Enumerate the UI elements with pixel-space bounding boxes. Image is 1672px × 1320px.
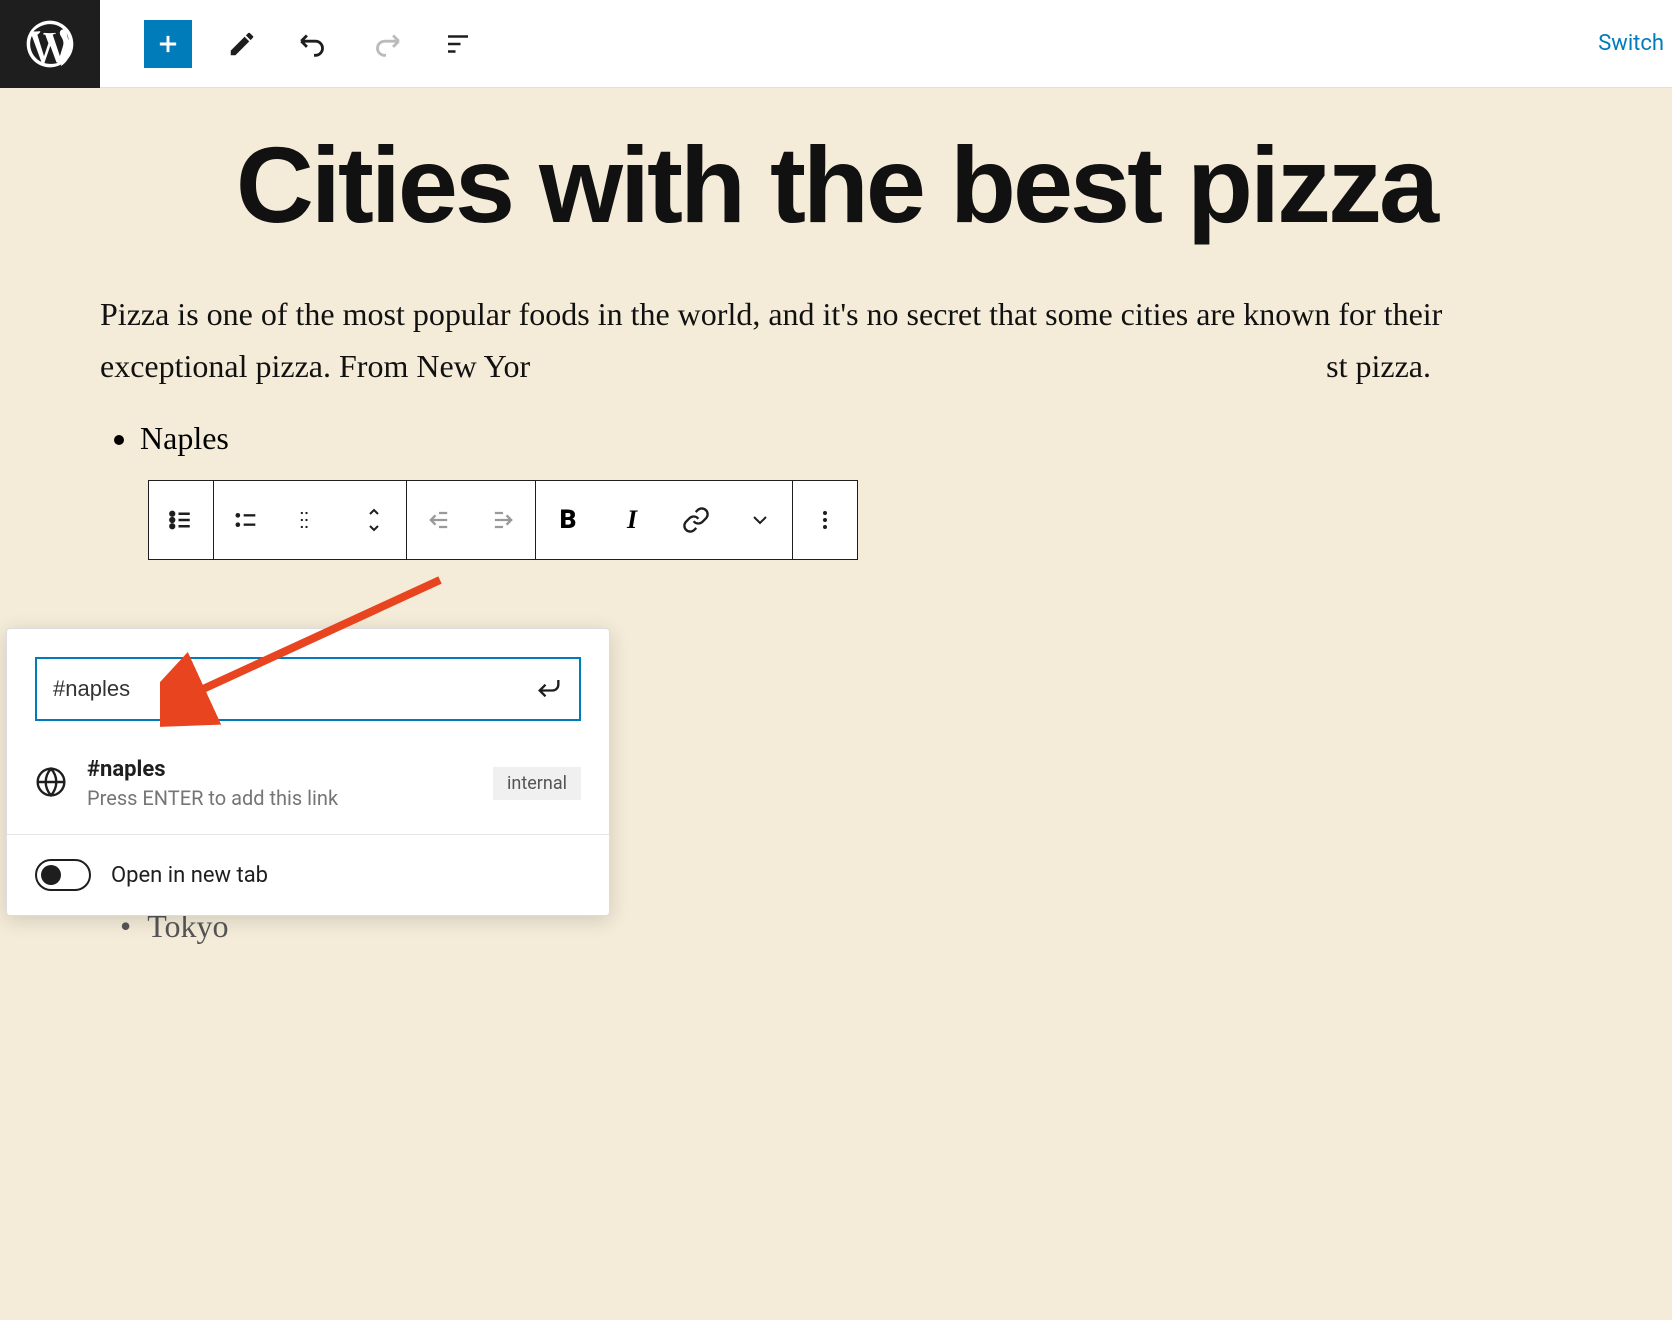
link-url-input-wrap <box>35 657 581 721</box>
submit-link-icon[interactable] <box>535 673 563 705</box>
ordered-list-button[interactable] <box>278 481 342 559</box>
document-overview-button[interactable] <box>436 22 480 66</box>
paragraph-text-start: Pizza is one of the most popular foods i… <box>100 296 1442 383</box>
post-paragraph[interactable]: Pizza is one of the most popular foods i… <box>100 289 1572 391</box>
bullet-list[interactable]: Naples <box>100 420 1572 457</box>
suggestion-hint: Press ENTER to add this link <box>87 786 473 810</box>
internal-badge: internal <box>493 767 581 800</box>
move-button[interactable] <box>342 481 406 559</box>
add-block-button[interactable] <box>144 20 192 68</box>
tools-button[interactable] <box>220 22 264 66</box>
wordpress-logo[interactable] <box>0 0 100 88</box>
globe-icon <box>35 766 67 802</box>
suggestion-title: #naples <box>87 757 473 782</box>
post-title[interactable]: Cities with the best pizza <box>100 128 1572 241</box>
open-new-tab-label: Open in new tab <box>111 863 268 888</box>
open-new-tab-toggle[interactable] <box>35 859 91 891</box>
link-popover: #naples Press ENTER to add this link int… <box>6 628 610 916</box>
undo-button[interactable] <box>292 22 336 66</box>
italic-button[interactable]: I <box>600 481 664 559</box>
more-formatting-button[interactable] <box>728 481 792 559</box>
link-suggestion[interactable]: #naples Press ENTER to add this link int… <box>7 741 609 835</box>
link-button[interactable] <box>664 481 728 559</box>
more-options-button[interactable] <box>793 481 857 559</box>
link-url-input[interactable] <box>53 676 535 702</box>
paragraph-text-end: st pizza. <box>1326 348 1431 384</box>
unordered-list-button[interactable] <box>214 481 278 559</box>
editor-topbar: Switch <box>0 0 1672 88</box>
redo-button[interactable] <box>364 22 408 66</box>
indent-button[interactable] <box>471 481 535 559</box>
outdent-button[interactable] <box>407 481 471 559</box>
bold-button[interactable]: B <box>536 481 600 559</box>
switch-link[interactable]: Switch <box>1598 31 1672 56</box>
editor-canvas: Cities with the best pizza Pizza is one … <box>0 88 1672 457</box>
open-new-tab-row: Open in new tab <box>7 835 609 915</box>
list-block-icon[interactable] <box>149 481 213 559</box>
block-toolbar: B I <box>148 480 858 560</box>
editor-toolbar <box>100 20 480 68</box>
list-item[interactable]: Naples <box>140 420 1572 457</box>
